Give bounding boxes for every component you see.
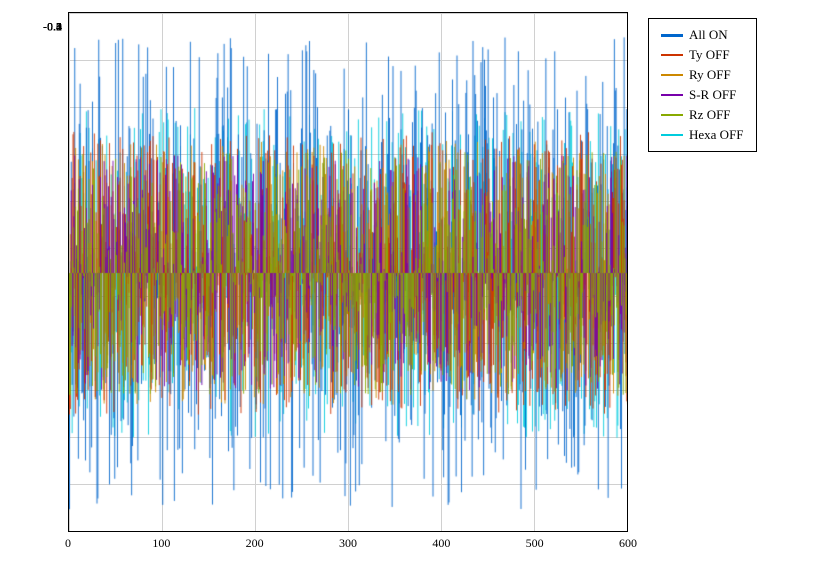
legend-label-rzoff: Rz OFF <box>689 107 731 123</box>
legend-color-ryoff <box>661 74 683 76</box>
y-axis-wrapper: 0.5 0.4 0.3 0.2 0.1 0 -0.1 -0.2 -0.3 -0.… <box>0 12 68 532</box>
legend-label-tyoff: Ty OFF <box>689 47 730 63</box>
chart-container: 0.5 0.4 0.3 0.2 0.1 0 -0.1 -0.2 -0.3 -0.… <box>0 0 821 584</box>
legend-item-hexaoff: Hexa OFF <box>661 127 744 143</box>
legend-item-rzoff: Rz OFF <box>661 107 744 123</box>
legend-color-allon <box>661 34 683 37</box>
chart-area <box>68 12 628 532</box>
y-tick-n05: -0.5 <box>43 20 68 35</box>
x-tick-100: 100 <box>152 536 170 551</box>
legend-item-tyoff: Ty OFF <box>661 47 744 63</box>
legend-color-hexaoff <box>661 134 683 136</box>
legend-label-allon: All ON <box>689 27 728 43</box>
x-tick-300: 300 <box>339 536 357 551</box>
x-tick-600: 600 <box>619 536 637 551</box>
x-tick-0: 0 <box>65 536 71 551</box>
x-tick-500: 500 <box>526 536 544 551</box>
legend-color-sroff <box>661 94 683 96</box>
legend-label-ryoff: Ry OFF <box>689 67 731 83</box>
legend-item-sroff: S-R OFF <box>661 87 744 103</box>
legend-label-sroff: S-R OFF <box>689 87 736 103</box>
legend-label-hexaoff: Hexa OFF <box>689 127 744 143</box>
legend-color-rzoff <box>661 114 683 116</box>
x-axis-wrapper: 0 100 200 300 400 500 600 <box>68 532 628 562</box>
legend-item-allon: All ON <box>661 27 744 43</box>
x-tick-200: 200 <box>246 536 264 551</box>
x-tick-400: 400 <box>432 536 450 551</box>
chart-canvas <box>69 13 627 531</box>
legend-color-tyoff <box>661 54 683 56</box>
legend-item-ryoff: Ry OFF <box>661 67 744 83</box>
legend: All ON Ty OFF Ry OFF S-R OFF Rz OFF Hexa… <box>648 18 757 152</box>
